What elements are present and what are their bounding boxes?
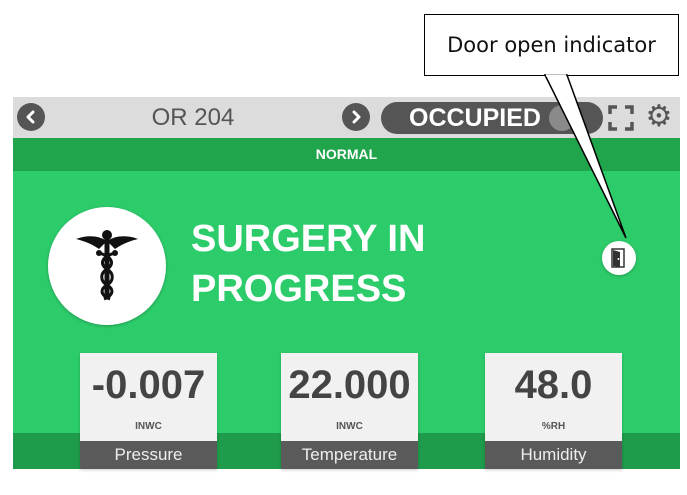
humidity-unit: %RH <box>541 421 566 432</box>
temperature-unit: INWC <box>336 421 363 432</box>
door-open-icon <box>611 248 625 268</box>
humidity-value: 48.0 <box>514 363 593 407</box>
prev-room-button[interactable] <box>17 103 45 131</box>
door-indicator-callout: Door open indicator <box>424 14 679 76</box>
status-line-1: SURGERY IN <box>191 218 426 260</box>
occupancy-button[interactable]: OCCUPIED <box>381 102 603 134</box>
next-room-button[interactable] <box>342 103 370 131</box>
room-mode-button[interactable] <box>48 207 166 325</box>
fullscreen-button[interactable] <box>607 104 635 132</box>
occupancy-label: OCCUPIED <box>409 104 541 132</box>
room-panel: OR 204 OCCUPIED ⚙ NORMAL SURGERY IN PROG… <box>13 97 680 469</box>
callout-text: Door open indicator <box>447 33 656 57</box>
settings-button[interactable]: ⚙ <box>643 101 675 133</box>
temperature-card[interactable]: 22.000 INWC Temperature <box>281 353 418 469</box>
door-open-indicator[interactable] <box>602 241 636 275</box>
temperature-label: Temperature <box>281 441 418 469</box>
pressure-unit: INWC <box>135 421 162 432</box>
pressure-label: Pressure <box>80 441 217 469</box>
chevron-left-icon <box>26 110 35 124</box>
status-strip-text: NORMAL <box>315 146 378 162</box>
room-name: OR 204 <box>151 104 235 131</box>
humidity-label: Humidity <box>485 441 622 469</box>
temperature-value: 22.000 <box>288 363 411 407</box>
occupancy-mark-icon <box>549 105 575 131</box>
room-status-title: SURGERY IN PROGRESS <box>191 214 491 314</box>
top-bar: OR 204 OCCUPIED ⚙ <box>13 97 680 138</box>
chevron-right-icon <box>352 110 361 124</box>
humidity-card[interactable]: 48.0 %RH Humidity <box>485 353 622 469</box>
pressure-card[interactable]: -0.007 INWC Pressure <box>80 353 217 469</box>
gear-icon: ⚙ <box>645 100 673 133</box>
fullscreen-icon <box>608 105 634 131</box>
status-line-2: PROGRESS <box>191 268 407 310</box>
pressure-value: -0.007 <box>91 363 206 407</box>
caduceus-icon <box>76 230 138 301</box>
status-strip: NORMAL <box>13 138 680 171</box>
